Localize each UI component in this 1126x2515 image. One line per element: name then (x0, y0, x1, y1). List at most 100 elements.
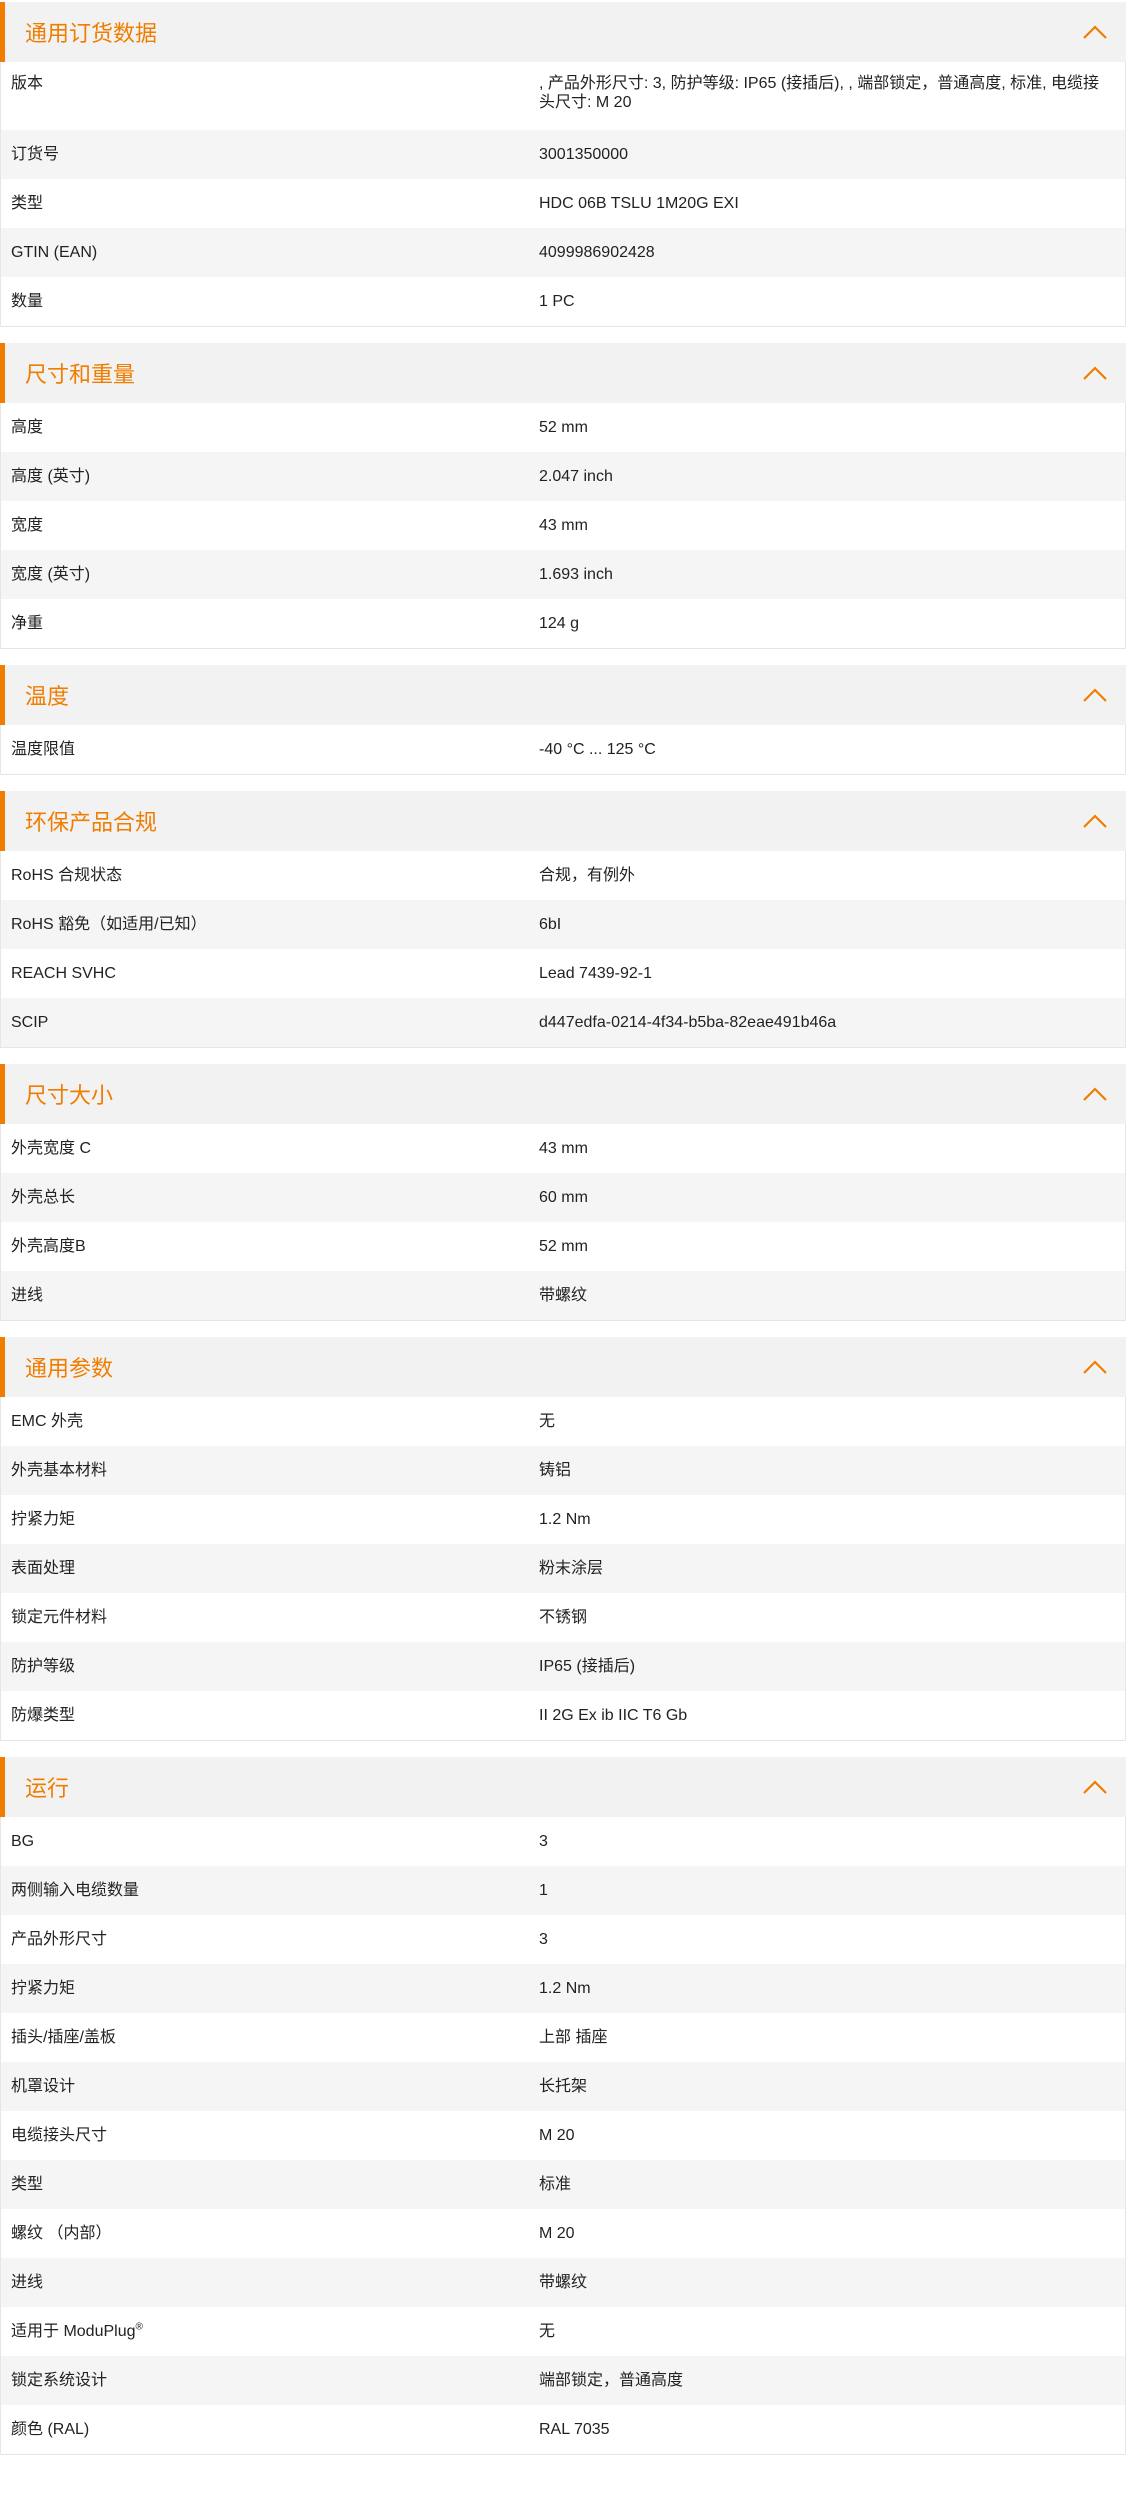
spec-row: 颜色 (RAL) RAL 7035 (1, 2405, 1125, 2454)
spec-label-text: 宽度 (英寸) (11, 566, 91, 583)
spec-label: RoHS 合规状态 (1, 866, 539, 885)
spec-label-text: 温度限值 (11, 741, 76, 758)
spec-row: 外壳总长 60 mm (1, 1173, 1125, 1222)
spec-label-text: 类型 (11, 195, 44, 212)
spec-label: 进线 (1, 2273, 539, 2292)
spec-value: 3001350000 (539, 146, 628, 163)
spec-label: 高度 (1, 418, 539, 437)
spec-row: REACH SVHC Lead 7439-92-1 (1, 949, 1125, 998)
spec-value: 52 mm (539, 419, 588, 436)
chevron-up-icon[interactable] (1082, 1086, 1108, 1102)
spec-section: 尺寸大小 外壳宽度 C 43 mm 外壳总长 60 mm 外壳高度B 52 mm 进线 带螺纹 (0, 1064, 1126, 1321)
section-header-toggle[interactable]: 尺寸大小 (0, 1064, 1126, 1124)
spec-value: 带螺纹 (539, 2274, 588, 2291)
spec-value: 52 mm (539, 1238, 588, 1255)
spec-label: 锁定元件材料 (1, 1608, 539, 1627)
spec-label: 防爆类型 (1, 1706, 539, 1725)
spec-label-text: 高度 (英寸) (11, 468, 91, 485)
spec-label-text: 机罩设计 (11, 2078, 76, 2095)
spec-label-text: 表面处理 (11, 1560, 76, 1577)
spec-label-text: 防爆类型 (11, 1707, 76, 1724)
spec-value: 无 (539, 1413, 556, 1430)
spec-label-text: 产品外形尺寸 (11, 1931, 108, 1948)
spec-row: 宽度 (英寸) 1.693 inch (1, 550, 1125, 599)
spec-value: 带螺纹 (539, 1287, 588, 1304)
section-title: 通用订货数据 (25, 21, 158, 46)
spec-section: 温度温度限值 -40 °C ... 125 °C (0, 665, 1126, 775)
spec-label: 插头/插座/盖板 (1, 2028, 539, 2047)
spec-value: Lead 7439-92-1 (539, 965, 652, 982)
spec-label: 外壳高度B (1, 1237, 539, 1256)
spec-row: 数量 1 PC (1, 277, 1125, 326)
spec-value: M 20 (539, 2127, 575, 2144)
spec-label-text: RoHS 豁免（如适用/已知） (11, 916, 207, 933)
spec-value: 标准 (539, 2176, 572, 2193)
spec-value: 无 (539, 2323, 556, 2340)
spec-label: 适用于 ModuPlug® (1, 2322, 539, 2341)
spec-value: 1.2 Nm (539, 1511, 591, 1528)
spec-label-text: 版本 (11, 75, 44, 92)
spec-row: 两侧输入电缆数量 1 (1, 1866, 1125, 1915)
spec-value: 43 mm (539, 517, 588, 534)
spec-value: 1 PC (539, 293, 575, 310)
section-table: 外壳宽度 C 43 mm 外壳总长 60 mm 外壳高度B 52 mm 进线 带螺纹 (0, 1124, 1126, 1321)
spec-label-text: 插头/插座/盖板 (11, 2029, 116, 2046)
chevron-up-icon[interactable] (1082, 365, 1108, 381)
spec-row: 锁定系统设计 端部锁定，普通高度 (1, 2356, 1125, 2405)
spec-label-text: 锁定系统设计 (11, 2372, 108, 2389)
spec-label: 两侧输入电缆数量 (1, 1881, 539, 1900)
spec-value: HDC 06B TSLU 1M20G EXI (539, 195, 739, 212)
section-table: EMC 外壳 无外壳基本材料 铸铝 拧紧力矩 1.2 Nm 表面处理 粉末涂层 锁定元件材料 不… (0, 1397, 1126, 1741)
spec-label-text: 螺纹 （内部） (11, 2225, 112, 2242)
spec-value: 3 (539, 1833, 548, 1850)
spec-label-text: 订货号 (11, 146, 60, 163)
section-table: 高度 52 mm 高度 (英寸) 2.047 inch 宽度 43 mm 宽度 (英寸) 1.… (0, 403, 1126, 649)
spec-row: 锁定元件材料 不锈钢 (1, 1593, 1125, 1642)
spec-label: 锁定系统设计 (1, 2371, 539, 2390)
spec-label-text: 进线 (11, 2274, 44, 2291)
spec-value: 端部锁定，普通高度 (539, 2372, 684, 2389)
spec-value: IP65 (接插后) (539, 1658, 636, 1675)
section-header-toggle[interactable]: 尺寸和重量 (0, 343, 1126, 403)
spec-label: 订货号 (1, 145, 539, 164)
chevron-up-icon[interactable] (1082, 1359, 1108, 1375)
spec-value: -40 °C ... 125 °C (539, 741, 656, 758)
spec-label-text: 适用于 ModuPlug (11, 2323, 136, 2340)
spec-row: 外壳基本材料 铸铝 (1, 1446, 1125, 1495)
section-header-toggle[interactable]: 温度 (0, 665, 1126, 725)
spec-row: SCIP d447edfa-0214-4f34-b5ba-82eae491b46a (1, 998, 1125, 1047)
spec-label: BG (1, 1832, 539, 1851)
spec-label-text: REACH SVHC (11, 965, 116, 982)
spec-value: 粉末涂层 (539, 1560, 604, 1577)
spec-value: 不锈钢 (539, 1609, 588, 1626)
spec-label-text: 两侧输入电缆数量 (11, 1882, 140, 1899)
chevron-up-icon[interactable] (1082, 813, 1108, 829)
spec-value: 60 mm (539, 1189, 588, 1206)
spec-row: 高度 (英寸) 2.047 inch (1, 452, 1125, 501)
registered-mark: ® (135, 2321, 143, 2333)
spec-value: , 产品外形尺寸: 3, 防护等级: IP65 (接插后), , 端部锁定，普通… (539, 75, 1100, 111)
section-header-toggle[interactable]: 运行 (0, 1757, 1126, 1817)
chevron-up-icon[interactable] (1082, 1779, 1108, 1795)
spec-label: 拧紧力矩 (1, 1979, 539, 1998)
section-title: 尺寸和重量 (25, 362, 136, 387)
chevron-up-icon[interactable] (1082, 687, 1108, 703)
section-header-toggle[interactable]: 通用参数 (0, 1337, 1126, 1397)
spec-label: GTIN (EAN) (1, 243, 539, 262)
spec-label: 净重 (1, 614, 539, 633)
spec-value: 1.693 inch (539, 566, 613, 583)
chevron-up-icon[interactable] (1082, 24, 1108, 40)
spec-row: 外壳宽度 C 43 mm (1, 1124, 1125, 1173)
spec-label-text: GTIN (EAN) (11, 244, 98, 261)
spec-row: 防爆类型 II 2G Ex ib IIC T6 Gb (1, 1691, 1125, 1740)
spec-value: 1.2 Nm (539, 1980, 591, 1997)
spec-row: 插头/插座/盖板 上部 插座 (1, 2013, 1125, 2062)
spec-label: REACH SVHC (1, 964, 539, 983)
spec-label: 电缆接头尺寸 (1, 2126, 539, 2145)
spec-value: 3 (539, 1931, 548, 1948)
section-header-toggle[interactable]: 通用订货数据 (0, 2, 1126, 62)
spec-value: RAL 7035 (539, 2421, 610, 2438)
section-header-toggle[interactable]: 环保产品合规 (0, 791, 1126, 851)
spec-row: GTIN (EAN) 4099986902428 (1, 228, 1125, 277)
section-title: 尺寸大小 (25, 1083, 114, 1108)
